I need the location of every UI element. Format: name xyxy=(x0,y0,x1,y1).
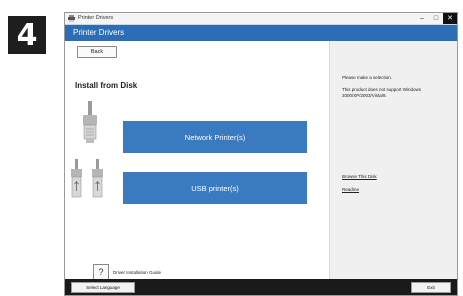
os-support-notice: This product does not support Windows 20… xyxy=(342,87,422,98)
browse-disk-link[interactable]: Browse This Disk xyxy=(342,174,377,179)
maximize-button[interactable]: □ xyxy=(429,13,443,24)
printer-app-icon xyxy=(68,15,75,22)
select-language-button[interactable]: Select Language xyxy=(71,282,135,293)
driver-guide-label: Driver Installation Guide xyxy=(113,270,162,275)
bottom-bar: Select Language Exit xyxy=(65,279,457,295)
readme-link[interactable]: Readme xyxy=(342,187,359,192)
app-header-title: Printer Drivers xyxy=(73,28,125,37)
section-title: Install from Disk xyxy=(75,81,138,90)
close-button[interactable]: ✕ xyxy=(443,13,457,24)
left-pane: Back Install from Disk Network Printer(s… xyxy=(65,41,329,280)
window-title-bar: Printer Drivers – □ ✕ xyxy=(65,13,457,25)
help-icon[interactable]: ? xyxy=(93,264,109,280)
back-button[interactable]: Back xyxy=(77,46,117,58)
installer-window: Printer Drivers – □ ✕ Printer Drivers Ba… xyxy=(64,12,458,296)
exit-button[interactable]: Exit xyxy=(411,282,451,293)
right-pane: Please make a selection. This product do… xyxy=(329,41,457,279)
usb-cable-icon xyxy=(71,159,103,198)
window-title: Printer Drivers xyxy=(78,15,114,21)
app-header: Printer Drivers xyxy=(65,25,457,41)
step-number-badge: 4 xyxy=(8,16,46,54)
window-controls: – □ ✕ xyxy=(415,13,457,24)
network-printer-button-label: Network Printer(s) xyxy=(184,132,246,142)
network-printer-button[interactable]: Network Printer(s) xyxy=(123,121,307,153)
usb-printer-button[interactable]: USB printer(s) xyxy=(123,172,307,204)
usb-printer-button-label: USB printer(s) xyxy=(191,183,239,193)
selection-prompt: Please make a selection. xyxy=(342,75,393,80)
minimize-button[interactable]: – xyxy=(415,13,429,24)
network-cable-icon xyxy=(83,101,97,143)
